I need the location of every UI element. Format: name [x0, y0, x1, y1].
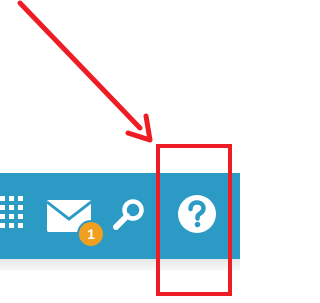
annotation-arrow — [17, 0, 153, 143]
